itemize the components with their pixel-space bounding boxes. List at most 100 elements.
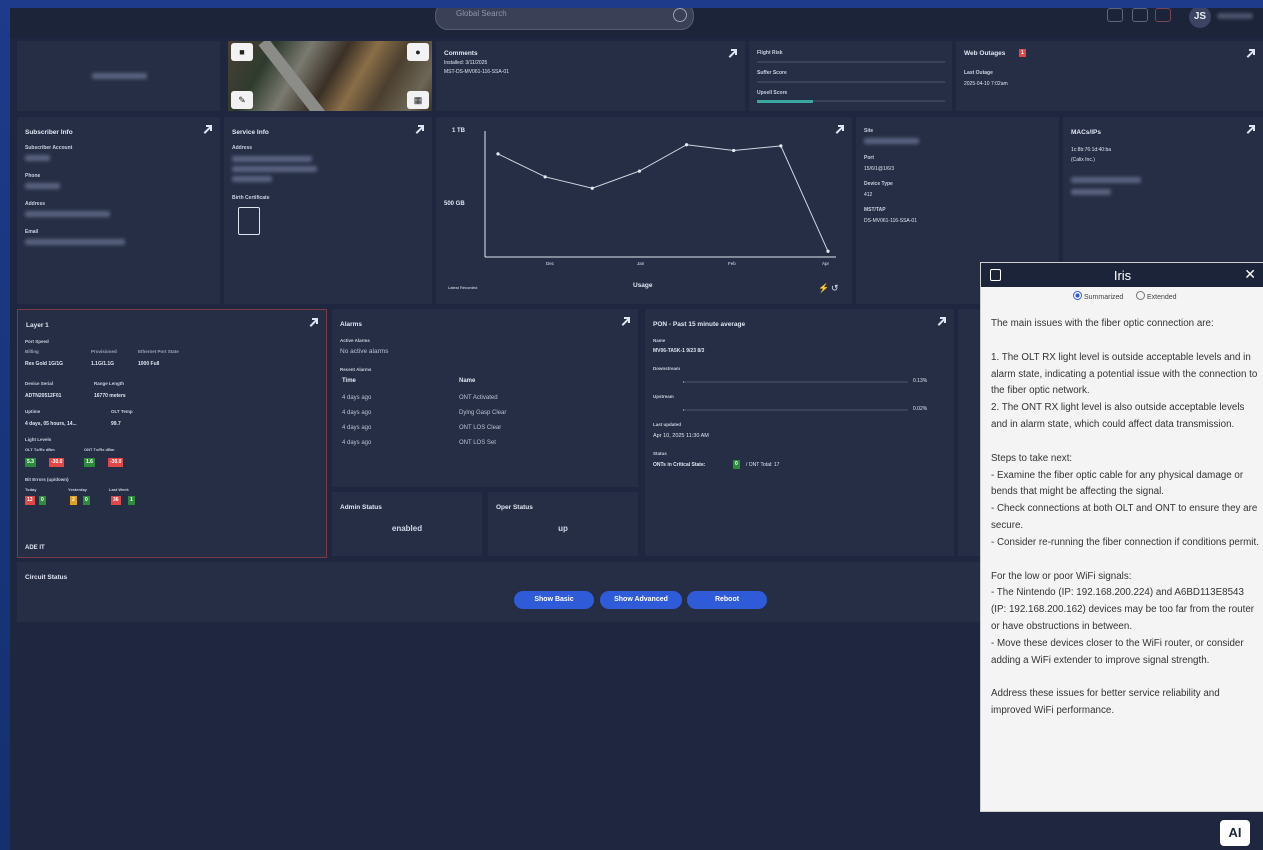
device-serial-label: Device Serial	[25, 381, 54, 386]
col-name-header: Name	[459, 378, 476, 384]
alert-icon[interactable]	[1155, 8, 1171, 22]
usage-data-point[interactable]	[543, 175, 547, 179]
expand-icon[interactable]	[620, 317, 630, 327]
user-name[interactable]	[1217, 13, 1253, 19]
show-basic-button[interactable]: Show Basic	[514, 591, 594, 609]
window-border-top	[0, 0, 1263, 8]
usage-line-chart[interactable]	[436, 117, 852, 304]
macs-title: MACs/IPs	[1071, 129, 1101, 136]
account-id-card	[17, 41, 220, 111]
birth-certificate-label: Birth Certificate	[232, 195, 270, 201]
pon-name-label: Name	[653, 338, 666, 343]
edit-icon[interactable]: ✎	[231, 91, 253, 109]
radio-unselected-icon	[1136, 291, 1145, 300]
redacted-value	[25, 183, 60, 189]
usage-data-point[interactable]	[496, 152, 500, 156]
window-border-left	[0, 0, 10, 850]
upstream-bar-track	[683, 409, 908, 411]
subscriber-info-title: Subscriber Info	[25, 129, 73, 136]
subscriber-account-label: Subscriber Account	[25, 145, 73, 151]
yesterday-up: 2	[70, 496, 77, 505]
alarm-name: ONT LOS Clear	[459, 425, 502, 431]
iris-paragraph: Address these issues for better service …	[991, 688, 1220, 717]
close-icon[interactable]: ✕	[1244, 266, 1256, 283]
today-label: Today	[25, 487, 37, 492]
olt-temp-label: OLT Temp	[111, 409, 133, 414]
document-icon[interactable]	[238, 207, 260, 235]
suffer-score-bar	[757, 81, 945, 83]
comments-card: Comments Installed: 3/11/2025 MST-DS-MV0…	[436, 41, 745, 111]
expand-icon[interactable]	[308, 318, 318, 328]
search-input[interactable]: Global Search	[435, 8, 694, 30]
ai-assistant-button[interactable]: AI	[1220, 820, 1250, 846]
extended-radio[interactable]: Extended	[1136, 291, 1177, 301]
oper-status-value: up	[558, 524, 568, 533]
iris-header: Iris ✕	[981, 263, 1263, 287]
billing-value: Res Gold 1G/1G	[25, 361, 64, 367]
last-updated-label: Last updated	[653, 422, 682, 427]
show-advanced-button[interactable]: Show Advanced	[600, 591, 682, 609]
today-up: 13	[25, 496, 35, 505]
history-icon[interactable]: ↺	[831, 283, 839, 294]
provisioned-value: 1.1G/1.1G	[91, 361, 115, 367]
satellite-map[interactable]: ■ ● ✎ ▦	[228, 41, 432, 111]
usage-data-point[interactable]	[590, 186, 594, 190]
alarm-time: 4 days ago	[342, 440, 372, 446]
range-length-value: 16770 meters	[94, 393, 126, 399]
mac-vendor: (Calix Inc.)	[1071, 157, 1095, 163]
people-icon[interactable]: ●	[407, 43, 429, 61]
active-alarms-value: No active alarms	[340, 348, 389, 355]
billing-label: Billing	[25, 349, 39, 354]
upstream-label: Upstream	[653, 394, 674, 399]
upsell-score-fill	[757, 100, 814, 103]
uptime-value: 4 days, 05 hours, 14...	[25, 421, 77, 427]
ont-total: / ONT Total: 17	[746, 462, 780, 468]
x-tick: Dec	[546, 261, 555, 266]
cloud-icon[interactable]	[1107, 8, 1123, 22]
outage-count-badge: 1	[1019, 49, 1026, 57]
col-time-header: Time	[342, 378, 356, 384]
usage-points	[496, 143, 830, 253]
flash-icon[interactable]: ⚡	[818, 283, 829, 294]
expand-icon[interactable]	[414, 125, 424, 135]
search-placeholder: Global Search	[456, 9, 507, 18]
expand-icon[interactable]	[727, 49, 737, 59]
usage-data-point[interactable]	[684, 143, 689, 147]
usage-data-point[interactable]	[779, 144, 783, 148]
alarm-name: ONT LOS Set	[459, 440, 496, 446]
usage-data-point[interactable]	[637, 169, 642, 173]
avatar[interactable]: JS	[1189, 8, 1211, 28]
home-icon[interactable]	[1132, 8, 1148, 22]
oper-status-card: Oper Status up	[488, 492, 638, 556]
web-outages-card: Web Outages 1 Last Outage 2025-04-10 7:0…	[956, 41, 1263, 111]
chart-title: Usage	[633, 282, 653, 289]
summarized-radio[interactable]: Summarized	[1073, 291, 1123, 301]
layer1-title: Layer 1	[26, 322, 49, 329]
usage-data-point[interactable]	[732, 148, 736, 153]
comments-line2: MST-DS-MV061-116-SSA-01	[444, 69, 509, 75]
uptime-label: Uptime	[25, 409, 41, 414]
expand-icon[interactable]	[1245, 125, 1255, 135]
ethernet-state-value: 1000 Full	[138, 361, 160, 367]
expand-icon[interactable]	[1245, 49, 1255, 59]
service-address-label: Address	[232, 145, 253, 151]
map-icon[interactable]: ▦	[407, 91, 429, 109]
camera-icon[interactable]: ■	[231, 43, 253, 61]
ont-rx-value: -30.0	[108, 458, 124, 467]
reboot-button[interactable]: Reboot	[687, 591, 767, 609]
service-info-title: Service Info	[232, 129, 269, 136]
ade-it-link[interactable]: ADE IT	[25, 545, 45, 551]
last-updated-value: Apr 10, 2025 11:30 AM	[653, 433, 709, 439]
expand-icon[interactable]	[936, 317, 946, 327]
suffer-score-label: Suffer Score	[757, 70, 787, 76]
olt-rx-value: -30.0	[49, 458, 65, 467]
service-info-card: Service Info Address Birth Certificate	[224, 117, 432, 304]
search-icon[interactable]	[673, 8, 687, 22]
yesterday-down: 0	[83, 496, 90, 505]
bit-errors-label: Bit Errors (up/down)	[25, 477, 69, 482]
usage-data-point[interactable]	[826, 249, 830, 253]
redacted-value	[25, 155, 50, 161]
circuit-status-title: Circuit Status	[25, 574, 68, 581]
expand-icon[interactable]	[202, 125, 212, 135]
address-label: Address	[25, 201, 46, 207]
